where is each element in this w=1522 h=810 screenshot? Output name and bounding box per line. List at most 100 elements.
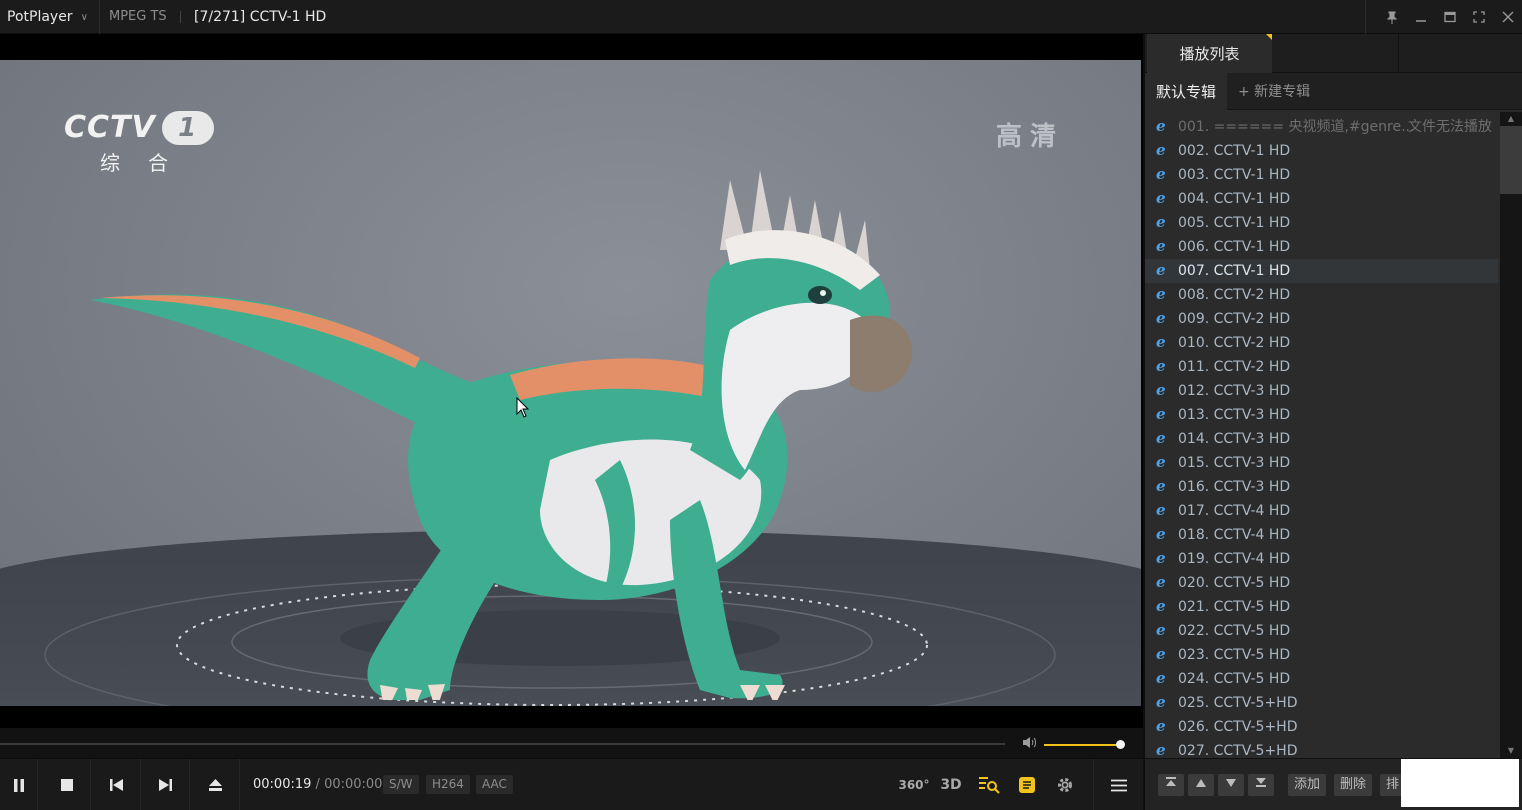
next-button[interactable] <box>142 759 190 810</box>
stream-link-icon: e <box>1156 477 1166 495</box>
stream-link-icon: e <box>1156 381 1166 399</box>
duration: 00:00:00 <box>324 777 383 792</box>
playlist-item[interactable]: e 016. CCTV-3 HD <box>1145 475 1498 499</box>
current-time: 00:00:19 <box>253 777 312 792</box>
album-default[interactable]: 默认专辑 <box>1145 73 1227 110</box>
playlist-item-label: 017. CCTV-4 HD <box>1178 503 1291 519</box>
playlist-item-label: 024. CCTV-5 HD <box>1178 671 1291 687</box>
move-to-bottom-button[interactable] <box>1248 774 1274 796</box>
volume-slider[interactable] <box>1044 740 1125 749</box>
stream-link-icon: e <box>1156 429 1166 447</box>
playlist-item[interactable]: e 009. CCTV-2 HD <box>1145 307 1498 331</box>
playlist-item-label: 008. CCTV-2 HD <box>1178 287 1291 303</box>
seek-row <box>0 728 1143 758</box>
main-menu-button[interactable] <box>1093 759 1143 810</box>
stream-link-icon: e <box>1156 141 1166 159</box>
seek-bar[interactable] <box>0 743 1005 745</box>
delete-button[interactable]: 删除 <box>1334 774 1373 796</box>
playlist-item[interactable]: e 007. CCTV-1 HD <box>1145 259 1498 283</box>
settings-button[interactable] <box>1048 759 1082 810</box>
playlist-item[interactable]: e 024. CCTV-5 HD <box>1145 667 1498 691</box>
playlist-item[interactable]: e 026. CCTV-5+HD <box>1145 715 1498 739</box>
playlist-item-label: 022. CCTV-5 HD <box>1178 623 1291 639</box>
playlist-item[interactable]: e 002. CCTV-1 HD <box>1145 139 1498 163</box>
scroll-up-icon[interactable]: ▲ <box>1500 112 1522 126</box>
playlist-item-label: 011. CCTV-2 HD <box>1178 359 1291 375</box>
playlist-item-label: 018. CCTV-4 HD <box>1178 527 1291 543</box>
playlist-item[interactable]: e 008. CCTV-2 HD <box>1145 283 1498 307</box>
stream-link-icon: e <box>1156 309 1166 327</box>
volume-icon[interactable] <box>1022 736 1038 753</box>
playlist-item[interactable]: e 017. CCTV-4 HD <box>1145 499 1498 523</box>
playlist-item[interactable]: e 005. CCTV-1 HD <box>1145 211 1498 235</box>
playlist-item[interactable]: e 027. CCTV-5+HD <box>1145 739 1498 759</box>
arrow-down-icon <box>1226 779 1236 787</box>
playlist-item[interactable]: e 001. ====== 央视频道,#genre... 文件无法播放 <box>1145 115 1498 139</box>
vr-360-button[interactable]: 360° <box>897 759 931 810</box>
stream-link-icon: e <box>1156 333 1166 351</box>
playlist-item[interactable]: e 015. CCTV-3 HD <box>1145 451 1498 475</box>
maximize-icon[interactable] <box>1435 0 1464 34</box>
playlist-scrollbar[interactable]: ▲ ▼ <box>1500 112 1522 758</box>
arrow-up-icon <box>1196 779 1206 787</box>
stream-link-icon: e <box>1156 621 1166 639</box>
move-down-button[interactable] <box>1218 774 1244 796</box>
video-frame[interactable]: CCTV 1 综合 高清 <box>0 60 1141 706</box>
playlist-item[interactable]: e 011. CCTV-2 HD <box>1145 355 1498 379</box>
playlist-item[interactable]: e 006. CCTV-1 HD <box>1145 235 1498 259</box>
decoder-tag[interactable]: S/W <box>383 775 419 794</box>
pin-icon[interactable] <box>1377 0 1406 34</box>
playlist-item[interactable]: e 018. CCTV-4 HD <box>1145 523 1498 547</box>
3d-button[interactable]: 3D <box>934 759 968 810</box>
stream-link-icon: e <box>1156 549 1166 567</box>
volume-knob[interactable] <box>1116 740 1125 749</box>
playlist-item-label: 012. CCTV-3 HD <box>1178 383 1291 399</box>
skip-back-icon <box>110 779 123 791</box>
playlist-item[interactable]: e 019. CCTV-4 HD <box>1145 547 1498 571</box>
pause-button[interactable] <box>0 759 38 810</box>
tab-divider <box>1398 34 1399 73</box>
open-file-button[interactable] <box>192 759 240 810</box>
playlist-item[interactable]: e 020. CCTV-5 HD <box>1145 571 1498 595</box>
playlist-item[interactable]: e 004. CCTV-1 HD <box>1145 187 1498 211</box>
audio-codec-tag[interactable]: AAC <box>476 775 513 794</box>
subtitle-icon <box>1019 777 1035 793</box>
video-codec-tag[interactable]: H264 <box>426 775 470 794</box>
playlist-item[interactable]: e 010. CCTV-2 HD <box>1145 331 1498 355</box>
playlist-search-button[interactable] <box>972 759 1006 810</box>
stream-link-icon: e <box>1156 117 1166 135</box>
playlist-item[interactable]: e 003. CCTV-1 HD <box>1145 163 1498 187</box>
fullscreen-icon[interactable] <box>1464 0 1493 34</box>
scroll-down-icon[interactable]: ▼ <box>1500 744 1522 758</box>
playlist-item-label: 015. CCTV-3 HD <box>1178 455 1291 471</box>
tab-playlist[interactable]: 播放列表 <box>1147 34 1272 73</box>
title-bar: PotPlayer ∨ MPEG TS [7/271] CCTV-1 HD <box>0 0 1522 34</box>
new-album-button[interactable]: + 新建专辑 <box>1238 73 1310 110</box>
subtitle-button[interactable] <box>1010 759 1044 810</box>
playlist-item[interactable]: e 021. CCTV-5 HD <box>1145 595 1498 619</box>
add-button[interactable]: 添加 <box>1288 774 1327 796</box>
format-label: MPEG TS <box>109 9 167 24</box>
previous-button[interactable] <box>93 759 141 810</box>
move-to-top-button[interactable] <box>1158 774 1184 796</box>
playlist-item[interactable]: e 013. CCTV-3 HD <box>1145 403 1498 427</box>
stop-button[interactable] <box>43 759 91 810</box>
control-bar: 00:00:19 / 00:00:00 S/W H264 AAC 360° 3D <box>0 758 1143 810</box>
window-controls <box>1377 0 1522 34</box>
close-icon[interactable] <box>1493 0 1522 34</box>
playlist-item[interactable]: e 012. CCTV-3 HD <box>1145 379 1498 403</box>
video-area[interactable]: CCTV 1 综合 高清 <box>0 34 1143 728</box>
move-up-button[interactable] <box>1188 774 1214 796</box>
stream-link-icon: e <box>1156 717 1166 735</box>
playlist-item-label: 014. CCTV-3 HD <box>1178 431 1291 447</box>
stream-link-icon: e <box>1156 573 1166 591</box>
playlist-panel: 播放列表 默认专辑 + 新建专辑 e 001. ====== 央视频道,#genr… <box>1143 34 1522 810</box>
scrollbar-thumb[interactable] <box>1500 126 1522 194</box>
playlist-item[interactable]: e 022. CCTV-5 HD <box>1145 619 1498 643</box>
playlist-item[interactable]: e 025. CCTV-5+HD <box>1145 691 1498 715</box>
playlist-item-label: 009. CCTV-2 HD <box>1178 311 1291 327</box>
playlist-item[interactable]: e 014. CCTV-3 HD <box>1145 427 1498 451</box>
app-menu-button[interactable]: PotPlayer ∨ <box>0 0 100 34</box>
minimize-icon[interactable] <box>1406 0 1435 34</box>
playlist-item[interactable]: e 023. CCTV-5 HD <box>1145 643 1498 667</box>
